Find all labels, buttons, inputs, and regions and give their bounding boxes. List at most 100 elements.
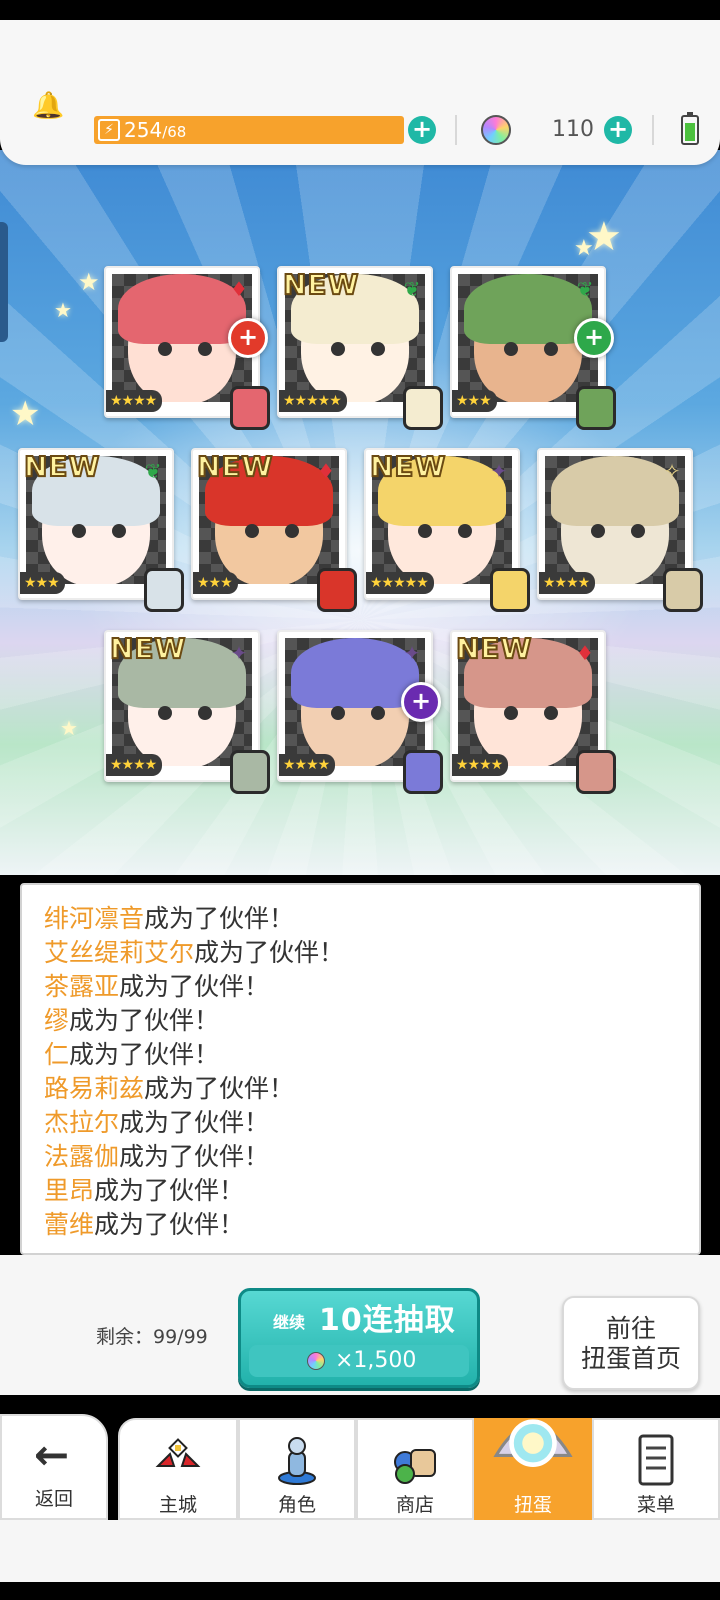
pixel-sprite-icon [230,386,270,430]
rarity-stars: ★★★ [452,390,497,412]
character-statue-icon [278,1437,316,1485]
tab-main-city[interactable]: 主城 [118,1418,238,1520]
pull-cost-value: ×1,500 [335,1348,417,1373]
character-name: 法露伽 [44,1142,120,1171]
pixel-sprite-icon [403,750,443,794]
goto-line1: 前往 [605,1314,656,1343]
log-line: 缪成为了伙伴！ [44,1005,219,1037]
pixel-sprite-icon [317,568,357,612]
pixel-sprite-icon [403,386,443,430]
goto-gacha-home-button[interactable]: 前往 扭蛋首页 [562,1296,700,1390]
divider [455,115,457,145]
divider [652,115,654,145]
portrait-eye [458,524,472,538]
fire-diamond-icon: ♦ [576,641,594,665]
remaining-pulls: 剩余：99/99 [96,1326,208,1348]
continue-label: 继续 [273,1313,306,1332]
footer [0,1520,720,1600]
fire-orb-icon: + [228,318,268,358]
character-name: 绯河凛音 [44,904,145,933]
character-name: 茶露亚 [44,972,120,1001]
log-suffix: 成为了伙伴！ [119,1142,270,1171]
log-suffix: 成为了伙伴！ [194,938,345,967]
character-card[interactable]: ♦ ★★★★ NEW [450,630,616,794]
character-card[interactable]: ✦ ★★★★ + [277,630,443,794]
log-line: 绯河凛音成为了伙伴！ [44,903,294,935]
character-card[interactable]: ❦ ★★★ + [450,266,616,430]
character-card[interactable]: ♦ ★★★★ + [104,266,270,430]
portrait-eye [544,342,558,356]
character-card[interactable]: ✦ ★★★★★ NEW [364,448,530,612]
pixel-sprite-icon [576,750,616,794]
goto-line2: 扭蛋首页 [580,1344,681,1373]
menu-list-icon [638,1434,674,1486]
notification-bell-icon[interactable]: 🔔 [32,92,64,120]
portrait-eye [371,706,385,720]
portrait-eye [371,342,385,356]
fire-diamond-icon: ♦ [317,459,335,483]
portrait-eye [331,706,345,720]
shop-bag-icon [394,1449,436,1484]
wind-orb-icon: + [574,318,614,358]
tab-label: 菜单 [636,1494,675,1516]
log-line: 茶露亚成为了伙伴！ [44,971,269,1003]
tab-gacha[interactable]: 扭蛋 [474,1418,592,1520]
bottom-nav: ← 返回 主城 角色 商店 扭蛋 菜单 [0,1392,720,1520]
log-suffix: 成为了伙伴！ [119,972,270,1001]
pixel-sprite-icon [663,568,703,612]
fire-diamond-icon: ♦ [230,277,248,301]
new-badge: NEW [369,449,447,484]
tab-shop[interactable]: 商店 [356,1418,474,1520]
portrait-eye [158,342,172,356]
back-button[interactable]: ← 返回 [0,1414,108,1520]
rarity-stars: ★★★ [20,572,65,594]
portrait-eye [591,524,605,538]
portrait-eye [504,706,518,720]
character-name: 杰拉尔 [44,1108,120,1137]
gacha-result-scene: ★ ★ ★ ★ ★ ★ ♦ ★★★★ + ❦ ★★★★★ NEW ❦ ★★★ + ❦ ★★★ NEW ♦… [0,150,720,875]
portrait-eye [544,706,558,720]
leaf-icon: ❦ [144,459,162,483]
portrait-eye [418,524,432,538]
log-line: 艾丝缇莉艾尔成为了伙伴！ [44,937,344,969]
sparkle-star-icon: ★ [78,268,100,296]
log-suffix: 成为了伙伴！ [94,1176,245,1205]
tab-label: 扭蛋 [513,1494,552,1516]
stamina-bolt-icon: ⚡ [98,119,120,141]
log-suffix: 成为了伙伴！ [144,1074,295,1103]
character-name: 蕾维 [44,1210,95,1239]
character-card[interactable]: ♦ ★★★ NEW [191,448,357,612]
tab-character[interactable]: 角色 [238,1418,356,1520]
log-suffix: 成为了伙伴！ [69,1040,220,1069]
gem-currency-icon [481,115,511,145]
character-card[interactable]: ✦ ★★★★ NEW [104,630,270,794]
new-badge: NEW [109,631,187,666]
tab-menu[interactable]: 菜单 [592,1418,720,1520]
top-resource-bar: 🔔 ⚡ 254/68 + 110 + [0,20,720,165]
leaf-icon: ❦ [403,277,421,301]
dark-star-icon: ✦ [230,641,248,665]
sparkle-star-icon: ★ [60,716,78,740]
log-suffix: 成为了伙伴！ [144,904,295,933]
tab-label: 商店 [395,1494,434,1516]
log-line: 法露伽成为了伙伴！ [44,1141,269,1173]
rarity-stars: ★★★★ [279,754,336,776]
portrait-eye [331,342,345,356]
add-stamina-button[interactable]: + [408,116,436,144]
pull-10-button[interactable]: 继续 10连抽取 ×1,500 [238,1288,480,1388]
log-suffix: 成为了伙伴！ [94,1210,245,1239]
character-card[interactable]: ✧ ★★★★ [537,448,703,612]
portrait-eye [72,524,86,538]
system-status-bar [0,0,720,20]
character-card[interactable]: ❦ ★★★ NEW [18,448,184,612]
castle-icon [155,1438,201,1467]
side-edge-tab[interactable] [0,222,8,342]
gacha-crystal-icon [493,1419,573,1467]
dark-star-icon: ✦ [490,459,508,483]
gem-icon [307,1352,325,1370]
character-card[interactable]: ❦ ★★★★★ NEW [277,266,443,430]
portrait-eye [198,706,212,720]
add-gems-button[interactable]: + [604,116,632,144]
acquisition-log: 绯河凛音成为了伙伴！ 艾丝缇莉艾尔成为了伙伴！ 茶露亚成为了伙伴！ 缪成为了伙伴！ 仁成… [20,883,701,1255]
pull-10-label: 10连抽取 [319,1303,456,1338]
